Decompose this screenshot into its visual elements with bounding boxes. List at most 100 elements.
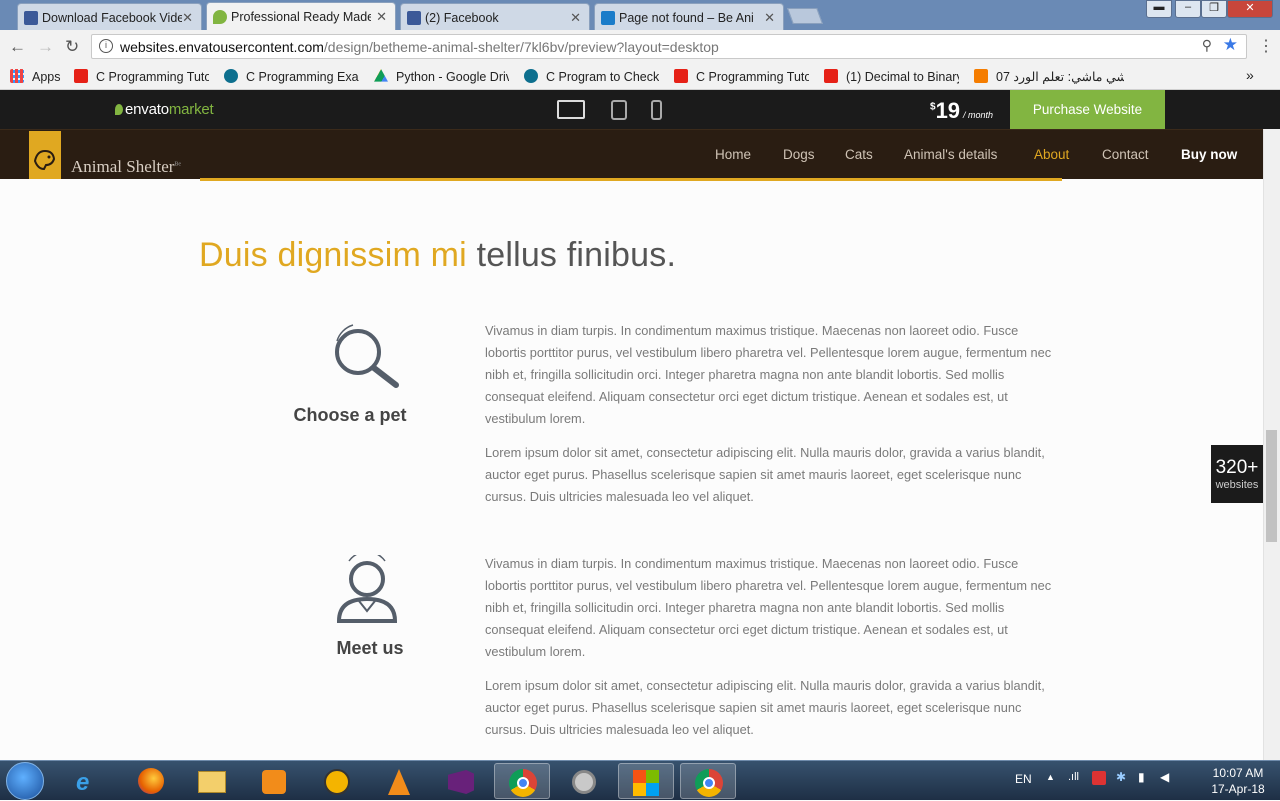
nav-contact[interactable]: Contact bbox=[1102, 147, 1149, 162]
nav-about[interactable]: About bbox=[1034, 147, 1069, 162]
envato-leaf-icon bbox=[213, 10, 227, 24]
bookmark-label: C Programming Tuto bbox=[696, 70, 809, 84]
bookmark-apps[interactable]: Apps bbox=[10, 69, 61, 84]
c-site-icon bbox=[224, 69, 238, 83]
youtube-icon bbox=[74, 69, 88, 83]
settings-app-icon[interactable] bbox=[556, 763, 612, 799]
close-tab-icon[interactable]: ✕ bbox=[376, 9, 387, 25]
windows-app-icon[interactable] bbox=[618, 763, 674, 799]
dog-logo-icon[interactable] bbox=[29, 131, 61, 179]
zoom-icon[interactable]: ⚲ bbox=[1202, 37, 1212, 54]
close-tab-icon[interactable]: ✕ bbox=[570, 10, 581, 26]
bookmark-c-programming-tuto[interactable]: C Programming Tuto bbox=[74, 69, 209, 84]
tab-professional-ready-made[interactable]: Professional Ready Made ✕ bbox=[206, 2, 396, 30]
bookmark-star-icon[interactable]: ★ bbox=[1223, 35, 1238, 55]
feature-title: Choose a pet bbox=[293, 405, 407, 425]
tab-facebook[interactable]: (2) Facebook ✕ bbox=[400, 3, 590, 30]
tab-page-not-found[interactable]: Page not found – Be Ani ✕ bbox=[594, 3, 784, 30]
scrollbar-thumb[interactable] bbox=[1266, 430, 1277, 542]
envato-preview-bar: envatomarket $19/ month Purchase Website bbox=[0, 90, 1280, 129]
aimp-icon[interactable] bbox=[308, 763, 364, 799]
forward-arrow-icon[interactable]: → bbox=[37, 37, 54, 57]
bookmark-label: كل شي ماشي: تعلم الورد 07 bbox=[996, 70, 1124, 84]
tab-download-facebook-video[interactable]: Download Facebook Vide ✕ bbox=[17, 3, 202, 30]
network-error-icon[interactable] bbox=[1092, 771, 1106, 785]
media-player-icon[interactable] bbox=[246, 763, 302, 799]
bookmark-python-google-drive[interactable]: Python - Google Driv bbox=[374, 69, 509, 84]
signal-icon[interactable]: .ıll bbox=[1068, 771, 1079, 783]
volume-muted-icon[interactable]: ◀ bbox=[1160, 770, 1169, 784]
facebook-icon bbox=[24, 11, 38, 25]
bookmark-label: C Programming Tuto bbox=[96, 70, 209, 84]
bookmark-arabic-blog[interactable]: كل شي ماشي: تعلم الورد 07 bbox=[974, 69, 1124, 84]
price-period: / month bbox=[963, 110, 994, 120]
reload-icon[interactable]: ↻ bbox=[65, 37, 79, 57]
feature-paragraph: Lorem ipsum dolor sit amet, consectetur … bbox=[485, 678, 1045, 737]
tab-label: Page not found – Be Ani bbox=[619, 11, 754, 25]
info-icon[interactable]: i bbox=[99, 39, 113, 53]
websites-count-badge[interactable]: 320+ websites bbox=[1211, 445, 1263, 503]
nav-home[interactable]: Home bbox=[715, 147, 751, 162]
chrome-icon[interactable] bbox=[494, 763, 550, 799]
section-heading: Duis dignissim mi tellus finibus. bbox=[199, 236, 676, 275]
bookmark-c-programming-exam[interactable]: C Programming Exam bbox=[224, 69, 359, 84]
close-window-button[interactable]: ✕ bbox=[1227, 0, 1273, 18]
power-icon[interactable]: ▮ bbox=[1138, 770, 1145, 784]
envato-market-logo[interactable]: envatomarket bbox=[115, 101, 214, 118]
minimize-button[interactable]: – bbox=[1175, 0, 1201, 18]
betheme-icon bbox=[601, 11, 615, 25]
internet-explorer-icon[interactable]: e bbox=[62, 763, 118, 799]
badge-count: 320+ bbox=[1215, 457, 1259, 478]
chrome-icon[interactable] bbox=[680, 763, 736, 799]
file-explorer-icon[interactable] bbox=[184, 763, 240, 799]
windows-taskbar: e EN ▲ .ıll ✱ ▮ ◀ 10:07 AM 17-Apr-18 bbox=[0, 760, 1280, 800]
tablet-view-icon[interactable] bbox=[611, 100, 627, 120]
bookmark-label: Python - Google Driv bbox=[396, 70, 509, 84]
feature-paragraph: Lorem ipsum dolor sit amet, consectetur … bbox=[485, 445, 1045, 504]
close-tab-icon[interactable]: ✕ bbox=[764, 10, 775, 26]
nav-animals-details[interactable]: Animal's details bbox=[904, 147, 997, 162]
menu-icon[interactable]: ⋮ bbox=[1258, 36, 1274, 56]
tab-label: Download Facebook Vide bbox=[42, 11, 182, 25]
maximize-button[interactable]: ❐ bbox=[1201, 0, 1227, 18]
bookmark-c-programming-tuto-2[interactable]: C Programming Tuto bbox=[674, 69, 809, 84]
site-name-text: Animal Shelter bbox=[71, 157, 175, 176]
new-tab-button[interactable] bbox=[787, 8, 823, 24]
show-hidden-icons-icon[interactable]: ▲ bbox=[1046, 772, 1055, 782]
visual-studio-icon[interactable] bbox=[432, 763, 488, 799]
close-tab-icon[interactable]: ✕ bbox=[182, 10, 193, 26]
bluetooth-icon[interactable]: ✱ bbox=[1116, 770, 1126, 784]
start-button[interactable] bbox=[6, 762, 44, 800]
back-arrow-icon[interactable]: ← bbox=[9, 37, 26, 57]
google-drive-icon bbox=[374, 69, 388, 82]
mobile-view-icon[interactable] bbox=[651, 100, 662, 120]
bookmark-c-program-to-check[interactable]: C Program to Check bbox=[524, 69, 659, 84]
bookmarks-bar: Apps C Programming Tuto C Programming Ex… bbox=[0, 63, 1280, 90]
vlc-icon[interactable] bbox=[370, 763, 426, 799]
nav-buy-now[interactable]: Buy now bbox=[1181, 147, 1237, 162]
feature-paragraph: Vivamus in diam turpis. In condimentum m… bbox=[485, 556, 1052, 659]
firefox-icon[interactable] bbox=[124, 763, 180, 799]
heading-rest: tellus finibus. bbox=[476, 236, 677, 274]
desktop-view-icon[interactable] bbox=[557, 100, 585, 119]
more-bookmarks-button[interactable]: » bbox=[1246, 67, 1254, 83]
address-bar[interactable]: i websites.envatousercontent.com/design/… bbox=[91, 34, 1247, 59]
site-name[interactable]: Animal ShelterBe bbox=[71, 157, 181, 177]
tab-label: Professional Ready Made bbox=[231, 10, 371, 24]
logo-market: market bbox=[168, 101, 214, 118]
site-header: Animal ShelterBe Home Dogs Cats Animal's… bbox=[0, 129, 1263, 181]
youtube-icon bbox=[674, 69, 688, 83]
nav-cats[interactable]: Cats bbox=[845, 147, 873, 162]
clock-time[interactable]: 10:07 AM bbox=[1198, 766, 1278, 780]
c-site-icon bbox=[524, 69, 538, 83]
user-profile-button[interactable]: ▬ bbox=[1146, 0, 1172, 18]
language-indicator[interactable]: EN bbox=[1015, 772, 1032, 786]
price-label: $19/ month bbox=[930, 98, 993, 124]
purchase-website-button[interactable]: Purchase Website bbox=[1010, 90, 1165, 129]
clock-date[interactable]: 17-Apr-18 bbox=[1198, 782, 1278, 796]
blogger-icon bbox=[974, 69, 988, 83]
nav-dogs[interactable]: Dogs bbox=[783, 147, 815, 162]
bookmark-label: C Programming Exam bbox=[246, 70, 359, 84]
bookmark-decimal-to-binary[interactable]: (1) Decimal to Binary bbox=[824, 69, 959, 84]
tab-label: (2) Facebook bbox=[425, 11, 499, 25]
